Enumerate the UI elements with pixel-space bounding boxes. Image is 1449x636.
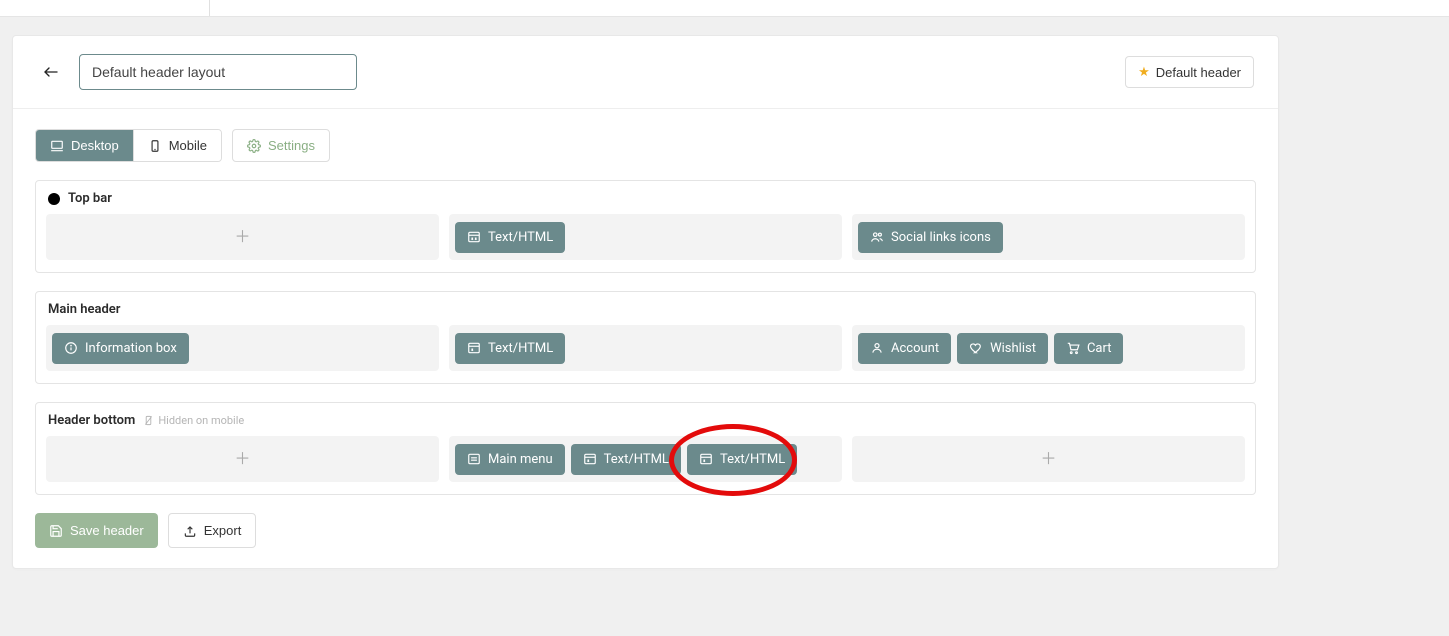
block-label: Text/HTML xyxy=(488,341,553,356)
code-box-icon xyxy=(467,341,481,355)
headerbottom-zones: ＋ Main menu Text/HTML Text/HTML xyxy=(46,436,1245,482)
block-text-html-highlighted-wrap: Text/HTML xyxy=(687,444,797,475)
hidden-on-mobile-tag: Hidden on mobile xyxy=(143,414,244,427)
block-label: Cart xyxy=(1087,341,1112,356)
mainheader-zone-center[interactable]: Text/HTML xyxy=(449,325,842,371)
code-box-icon xyxy=(699,452,713,466)
export-button[interactable]: Export xyxy=(168,513,257,548)
user-icon xyxy=(870,341,884,355)
block-label: Information box xyxy=(85,341,177,356)
tab-mobile-label: Mobile xyxy=(169,138,207,153)
section-topbar-title-row: Top bar xyxy=(46,191,1245,206)
block-information-box[interactable]: Information box xyxy=(52,333,189,364)
topbar-zones: ＋ Text/HTML Social links icons xyxy=(46,214,1245,260)
layout-title-input[interactable] xyxy=(79,54,357,90)
save-header-button[interactable]: Save header xyxy=(35,513,158,548)
section-headerbottom: Header bottom Hidden on mobile ＋ Main me… xyxy=(35,402,1256,495)
tab-mobile[interactable]: Mobile xyxy=(133,130,221,161)
headerbottom-zone-right[interactable]: ＋ xyxy=(852,436,1245,482)
block-label: Text/HTML xyxy=(488,230,553,245)
mainheader-zones: Information box Text/HTML Account xyxy=(46,325,1245,371)
arrow-left-icon xyxy=(43,64,59,80)
builder-body: Desktop Mobile Settings Top bar ＋ xyxy=(13,109,1278,568)
block-label: Account xyxy=(891,341,939,356)
topbar-zone-left[interactable]: ＋ xyxy=(46,214,439,260)
code-box-icon xyxy=(583,452,597,466)
dot-icon xyxy=(48,193,60,205)
cart-icon xyxy=(1066,341,1080,355)
builder-header-left xyxy=(37,54,357,90)
settings-label: Settings xyxy=(268,138,315,153)
app-topstrip xyxy=(0,0,1449,17)
block-text-html-highlighted[interactable]: Text/HTML xyxy=(687,444,797,475)
section-headerbottom-title-row: Header bottom Hidden on mobile xyxy=(46,413,1245,428)
export-icon xyxy=(183,524,197,538)
block-label: Text/HTML xyxy=(604,452,669,467)
menu-box-icon xyxy=(467,452,481,466)
block-account[interactable]: Account xyxy=(858,333,951,364)
default-header-button[interactable]: ★ Default header xyxy=(1125,56,1254,88)
block-social-links[interactable]: Social links icons xyxy=(858,222,1003,253)
code-box-icon xyxy=(467,230,481,244)
section-headerbottom-title: Header bottom xyxy=(48,413,135,428)
plus-icon: ＋ xyxy=(1040,451,1056,467)
block-main-menu[interactable]: Main menu xyxy=(455,444,565,475)
block-text-html[interactable]: Text/HTML xyxy=(455,333,565,364)
topbar-zone-right[interactable]: Social links icons xyxy=(852,214,1245,260)
mobile-off-icon xyxy=(143,415,154,426)
block-text-html[interactable]: Text/HTML xyxy=(455,222,565,253)
tab-desktop-label: Desktop xyxy=(71,138,119,153)
builder-footer: Save header Export xyxy=(35,513,1256,548)
desktop-icon xyxy=(50,139,64,153)
block-label: Text/HTML xyxy=(720,452,785,467)
settings-button[interactable]: Settings xyxy=(232,129,330,162)
section-mainheader-title-row: Main header xyxy=(46,302,1245,317)
device-segmented: Desktop Mobile xyxy=(35,129,222,162)
save-icon xyxy=(49,524,63,538)
headerbottom-zone-center[interactable]: Main menu Text/HTML Text/HTML xyxy=(449,436,842,482)
block-label: Social links icons xyxy=(891,230,991,245)
topbar-zone-center[interactable]: Text/HTML xyxy=(449,214,842,260)
export-label: Export xyxy=(204,523,242,538)
mainheader-zone-left[interactable]: Information box xyxy=(46,325,439,371)
block-text-html[interactable]: Text/HTML xyxy=(571,444,681,475)
save-header-label: Save header xyxy=(70,523,144,538)
block-label: Wishlist xyxy=(990,341,1036,356)
heart-icon xyxy=(969,341,983,355)
users-icon xyxy=(870,230,884,244)
mainheader-zone-right[interactable]: Account Wishlist Cart xyxy=(852,325,1245,371)
plus-icon: ＋ xyxy=(234,451,250,467)
hidden-on-mobile-label: Hidden on mobile xyxy=(158,414,244,427)
block-label: Main menu xyxy=(488,452,553,467)
builder-canvas: ★ Default header Desktop Mobile Settings xyxy=(12,35,1279,569)
mobile-icon xyxy=(148,139,162,153)
default-header-label: Default header xyxy=(1156,65,1241,80)
block-cart[interactable]: Cart xyxy=(1054,333,1124,364)
section-topbar: Top bar ＋ Text/HTML Social links icons xyxy=(35,180,1256,273)
section-mainheader: Main header Information box Text/HTML xyxy=(35,291,1256,384)
builder-header: ★ Default header xyxy=(13,36,1278,109)
view-switch-row: Desktop Mobile Settings xyxy=(35,129,1256,162)
section-topbar-title: Top bar xyxy=(68,191,112,206)
headerbottom-zone-left[interactable]: ＋ xyxy=(46,436,439,482)
plus-icon: ＋ xyxy=(234,229,250,245)
star-icon: ★ xyxy=(1138,64,1150,80)
gear-icon xyxy=(247,139,261,153)
section-mainheader-title: Main header xyxy=(48,302,120,317)
info-icon xyxy=(64,341,78,355)
block-wishlist[interactable]: Wishlist xyxy=(957,333,1048,364)
tab-desktop[interactable]: Desktop xyxy=(36,130,133,161)
back-arrow-button[interactable] xyxy=(37,60,65,84)
